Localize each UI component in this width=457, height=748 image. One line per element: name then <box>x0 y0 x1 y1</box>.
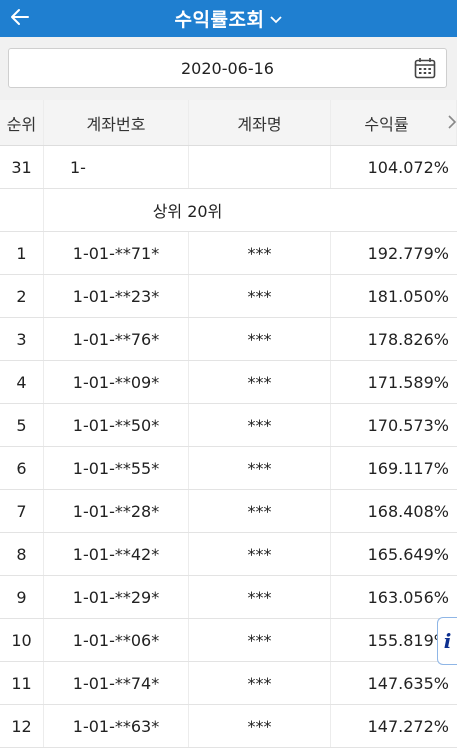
rank-cell: 2 <box>0 275 44 317</box>
rate-cell: 169.117% <box>367 458 449 478</box>
page-title: 수익률조회 <box>174 9 265 31</box>
title-dropdown[interactable]: 수익률조회 <box>0 0 457 37</box>
name-cell: *** <box>189 318 331 360</box>
table-row: 12 1-01-**63* *** 147.272% <box>0 705 457 748</box>
name-cell: *** <box>189 232 331 274</box>
rate-cell: 163.056% <box>367 587 449 607</box>
rate-cell: 168.408% <box>367 501 449 521</box>
table-header: 순위 계좌번호 계좌명 수익률 <box>0 100 457 146</box>
table-row: 10 1-01-**06* *** 155.819% <box>0 619 457 662</box>
section-spacer <box>0 189 44 231</box>
header-rate: 수익률 <box>331 100 457 145</box>
account-cell: 1-01-**71* <box>44 232 189 274</box>
table-row: 2 1-01-**23* *** 181.050% <box>0 275 457 318</box>
account-cell: 1- <box>44 146 189 188</box>
date-field[interactable]: 2020-06-16 <box>8 48 447 88</box>
name-cell: *** <box>189 447 331 489</box>
table-row: 7 1-01-**28* *** 168.408% <box>0 490 457 533</box>
rate-cell: 165.649% <box>367 544 449 564</box>
name-cell: *** <box>189 490 331 532</box>
date-value: 2020-06-16 <box>181 58 274 78</box>
account-cell: 1-01-**74* <box>44 662 189 704</box>
account-cell: 1-01-**29* <box>44 576 189 618</box>
rank-cell: 10 <box>0 619 44 661</box>
header-account: 계좌번호 <box>44 100 189 145</box>
account-cell: 1-01-**63* <box>44 705 189 747</box>
account-cell: 1-01-**06* <box>44 619 189 661</box>
account-cell: 1-01-**23* <box>44 275 189 317</box>
rank-cell: 9 <box>0 576 44 618</box>
account-cell: 1-01-**42* <box>44 533 189 575</box>
account-cell: 1-01-**55* <box>44 447 189 489</box>
name-cell: *** <box>189 533 331 575</box>
ranking-table: 순위 계좌번호 계좌명 수익률 31 1- 104.072% 상위 20위 1 … <box>0 100 457 748</box>
table-row: 4 1-01-**09* *** 171.589% <box>0 361 457 404</box>
name-cell <box>189 146 331 188</box>
rate-cell: 178.826% <box>367 329 449 349</box>
calendar-icon[interactable] <box>414 57 436 83</box>
info-button[interactable]: i <box>437 617 457 665</box>
name-cell: *** <box>189 662 331 704</box>
rank-cell: 1 <box>0 232 44 274</box>
my-account-row: 31 1- 104.072% <box>0 146 457 189</box>
table-row: 8 1-01-**42* *** 165.649% <box>0 533 457 576</box>
table-row: 5 1-01-**50* *** 170.573% <box>0 404 457 447</box>
account-cell: 1-01-**09* <box>44 361 189 403</box>
rate-cell: 181.050% <box>367 286 449 306</box>
rank-cell: 8 <box>0 533 44 575</box>
table-row: 3 1-01-**76* *** 178.826% <box>0 318 457 361</box>
rate-cell: 147.635% <box>367 673 449 693</box>
name-cell: *** <box>189 619 331 661</box>
table-row: 9 1-01-**29* *** 163.056% <box>0 576 457 619</box>
rank-cell: 5 <box>0 404 44 446</box>
section-label: 상위 20위 <box>152 202 223 221</box>
rate-cell: 104.072% <box>367 157 449 177</box>
table-row: 1 1-01-**71* *** 192.779% <box>0 232 457 275</box>
date-filter-bar: 2020-06-16 <box>0 37 457 100</box>
rank-cell: 3 <box>0 318 44 360</box>
header-name: 계좌명 <box>189 100 331 145</box>
account-cell: 1-01-**50* <box>44 404 189 446</box>
rate-cell: 171.589% <box>367 372 449 392</box>
chevron-down-icon <box>270 9 283 28</box>
rank-cell: 4 <box>0 361 44 403</box>
name-cell: *** <box>189 705 331 747</box>
table-row: 11 1-01-**74* *** 147.635% <box>0 662 457 705</box>
rank-cell: 12 <box>0 705 44 747</box>
rank-cell: 6 <box>0 447 44 489</box>
name-cell: *** <box>189 275 331 317</box>
name-cell: *** <box>189 361 331 403</box>
info-icon: i <box>443 629 452 653</box>
rank-cell: 7 <box>0 490 44 532</box>
name-cell: *** <box>189 576 331 618</box>
rate-cell: 147.272% <box>367 716 449 736</box>
rank-cell: 11 <box>0 662 44 704</box>
rank-cell: 31 <box>0 146 44 188</box>
section-row: 상위 20위 <box>0 189 457 232</box>
account-cell: 1-01-**28* <box>44 490 189 532</box>
rate-cell: 192.779% <box>367 243 449 263</box>
name-cell: *** <box>189 404 331 446</box>
account-cell: 1-01-**76* <box>44 318 189 360</box>
app-bar: 수익률조회 <box>0 0 457 37</box>
table-row: 6 1-01-**55* *** 169.117% <box>0 447 457 490</box>
chevron-right-icon <box>447 114 457 134</box>
header-rank: 순위 <box>0 100 44 145</box>
rate-cell: 170.573% <box>367 415 449 435</box>
